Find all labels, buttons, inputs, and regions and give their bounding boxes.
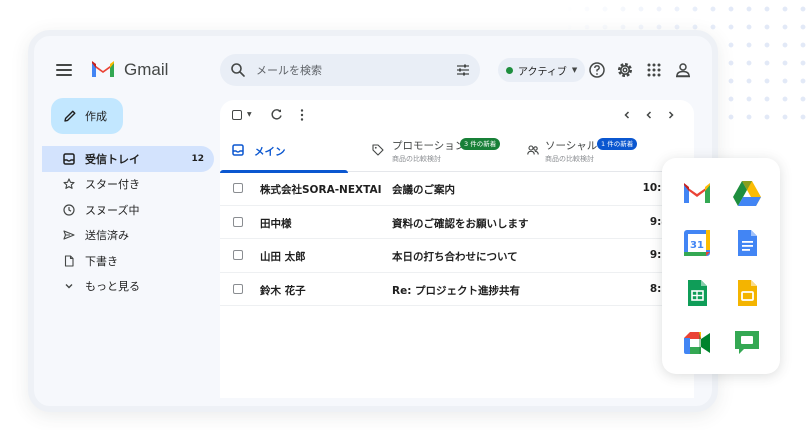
tab-label: メイン (254, 146, 286, 158)
category-tabs: メイン プロモーション 3 件の新着 商品の比較検討 ソーシャル 1 件の新着 … (220, 130, 694, 173)
tab-label: ソーシャル (545, 140, 598, 152)
mail-list-panel: ▼ メイン プロモーション 3 件の新着 商品の比較検討 ソーシャル 1 件の新… (220, 100, 694, 398)
status-dot-icon (506, 66, 513, 74)
email-list: 株式会社SORA-NEXTAI 会議のご案内 10:30 田中様 資料のご確認を… (220, 172, 694, 306)
caret-down-icon: ▼ (571, 66, 578, 74)
status-selector[interactable]: アクティブ ▼ (498, 58, 586, 82)
list-toolbar: ▼ (220, 100, 694, 130)
email-subject: Re: プロジェクト進捗共有 (392, 284, 521, 297)
sidebar-item-label: スター付き (85, 178, 140, 192)
docs-icon[interactable] (732, 228, 762, 258)
sidebar-item-snoozed[interactable]: スヌーズ中 (42, 197, 214, 223)
slides-icon[interactable] (732, 278, 762, 308)
tab-label: プロモーション (392, 140, 466, 152)
star-icon (62, 178, 75, 191)
first-page-icon[interactable] (622, 109, 632, 121)
sidebar-item-drafts[interactable]: 下書き (42, 248, 214, 274)
sheets-icon[interactable] (682, 278, 712, 308)
compose-button[interactable]: 作成 (51, 98, 123, 134)
select-all-checkbox[interactable] (232, 110, 242, 120)
tab-subtitle: 商品の比較検討 (392, 155, 441, 163)
email-sender: 鈴木 花子 (260, 284, 306, 297)
next-page-icon[interactable] (666, 109, 676, 121)
inbox-icon (62, 152, 75, 165)
email-checkbox[interactable] (233, 250, 243, 260)
sidebar-item-label: スヌーズ中 (85, 203, 140, 217)
email-row[interactable]: 田中様 資料のご確認をお願いします 9:45 (220, 206, 694, 239)
email-row[interactable]: 株式会社SORA-NEXTAI 会議のご案内 10:30 (220, 172, 694, 206)
email-subject: 会議のご案内 (392, 184, 455, 196)
email-row[interactable]: 山田 太郎 本日の打ち合わせについて 9:10 (220, 239, 694, 273)
new-count-badge: 1 件の新着 (597, 138, 638, 150)
gmail-app: Gmail メールを検索 アクティブ ▼ 作成 受信トレイ 12 スター付き ス… (42, 44, 704, 398)
device-frame: Gmail メールを検索 アクティブ ▼ 作成 受信トレイ 12 スター付き ス… (28, 30, 718, 412)
search-options-icon[interactable] (456, 63, 470, 77)
prev-page-icon[interactable] (644, 109, 654, 121)
search-input[interactable]: メールを検索 (256, 62, 322, 78)
email-checkbox[interactable] (233, 283, 243, 294)
chevron-down-icon (62, 280, 75, 293)
email-row[interactable]: 鈴木 花子 Re: プロジェクト進捗共有 8:32 (220, 273, 694, 306)
stage: Gmail メールを検索 アクティブ ▼ 作成 受信トレイ 12 スター付き ス… (0, 0, 810, 430)
app-name: Gmail (124, 60, 169, 79)
sidebar-item-label: 受信トレイ (85, 152, 140, 166)
search-icon (231, 63, 245, 77)
more-vert-icon[interactable] (300, 109, 304, 121)
email-subject: 本日の打ち合わせについて (392, 251, 518, 263)
menu-icon[interactable] (56, 64, 72, 76)
send-icon (62, 229, 75, 242)
help-icon[interactable] (588, 61, 606, 79)
inbox-icon (232, 144, 244, 156)
email-checkbox[interactable] (233, 183, 243, 193)
apps-grid-icon[interactable] (645, 61, 663, 79)
refresh-icon[interactable] (270, 108, 283, 121)
email-sender: 山田 太郎 (260, 251, 306, 263)
sidebar-item-label: 下書き (85, 254, 118, 268)
account-icon[interactable] (674, 61, 692, 79)
gmail-icon[interactable] (682, 178, 712, 208)
new-count-badge: 3 件の新着 (460, 138, 501, 150)
email-sender: 株式会社SORA-NEXTAI (260, 184, 382, 196)
sidebar-nav: 受信トレイ 12 スター付き スヌーズ中 送信済み 下書き もっと見る (42, 146, 214, 299)
tag-icon (372, 144, 384, 156)
sidebar-item-more[interactable]: もっと見る (42, 274, 214, 300)
sidebar-item-starred[interactable]: スター付き (42, 172, 214, 198)
status-label: アクティブ (518, 66, 567, 78)
sidebar-item-label: もっと見る (85, 280, 140, 294)
sidebar-item-label: 送信済み (85, 229, 129, 243)
email-checkbox[interactable] (233, 216, 243, 227)
top-bar: Gmail メールを検索 アクティブ ▼ (42, 44, 704, 100)
tab-primary[interactable]: メイン (220, 130, 350, 173)
people-icon (527, 145, 539, 155)
gear-icon[interactable] (616, 61, 634, 79)
workspace-apps-panel: 31 (662, 158, 780, 374)
gmail-logo-icon[interactable] (90, 58, 116, 80)
sidebar-item-sent[interactable]: 送信済み (42, 223, 214, 249)
tab-promotions[interactable]: プロモーション 3 件の新着 商品の比較検討 (368, 130, 518, 172)
tab-subtitle: 商品の比較検討 (545, 155, 594, 163)
meet-icon[interactable] (682, 328, 712, 358)
svg-text:31: 31 (690, 240, 704, 251)
sidebar-item-inbox[interactable]: 受信トレイ 12 (42, 146, 214, 172)
tab-social[interactable]: ソーシャル 1 件の新着 商品の比較検討 (523, 130, 653, 172)
pencil-icon (64, 110, 76, 122)
chat-icon[interactable] (732, 328, 762, 358)
unread-count: 12 (191, 153, 204, 164)
select-caret-icon[interactable]: ▼ (247, 111, 252, 118)
compose-label: 作成 (85, 110, 107, 123)
email-sender: 田中様 (260, 217, 292, 230)
draft-icon (62, 254, 75, 267)
clock-icon (62, 203, 75, 216)
calendar-icon[interactable]: 31 (682, 228, 712, 258)
search-bar[interactable]: メールを検索 (220, 54, 480, 86)
email-subject: 資料のご確認をお願いします (392, 217, 529, 230)
drive-icon[interactable] (732, 178, 762, 208)
